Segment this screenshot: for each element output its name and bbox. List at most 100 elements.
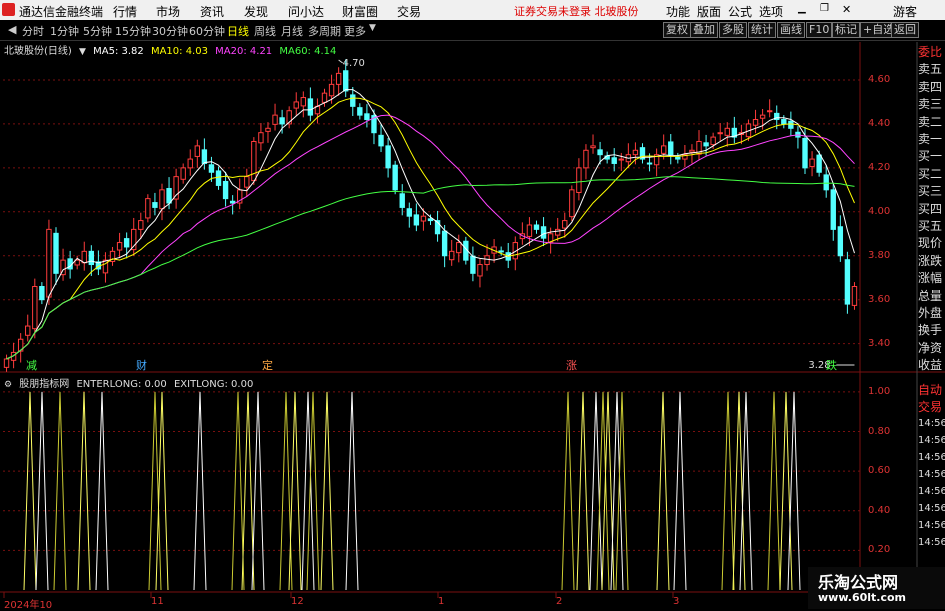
indicator-spike	[779, 391, 793, 591]
candle-body	[123, 238, 130, 248]
indicator-spike	[576, 391, 590, 591]
candle-body	[724, 127, 730, 136]
candle-body	[229, 200, 236, 204]
x-axis-label: 3	[673, 596, 680, 607]
ma5-label: MA5: 3.82	[93, 46, 144, 57]
quote-row: 涨跌	[918, 253, 943, 268]
indicator-spike	[656, 391, 670, 591]
candle-body	[208, 164, 215, 173]
ma60-line	[6, 176, 855, 360]
candle-body	[222, 180, 229, 200]
indicator-spike	[77, 391, 91, 591]
candle-body	[823, 174, 829, 191]
candle-body	[646, 162, 653, 165]
candle-body	[159, 189, 165, 210]
quote-row: 买五	[918, 219, 943, 233]
stock-title: 北玻股份(日线)	[4, 46, 72, 57]
candle-body	[427, 218, 434, 222]
candle-body	[251, 140, 257, 182]
candle-body	[46, 228, 52, 298]
quote-row: 卖四	[918, 79, 943, 94]
candle-body	[88, 250, 95, 266]
indicator-spike	[767, 391, 781, 591]
quote-row: 净资	[918, 340, 943, 355]
candle-body	[25, 325, 31, 336]
quote-row: 买三	[918, 184, 943, 199]
dropdown-icon[interactable]: ▼	[79, 47, 86, 57]
auto-trade-label[interactable]: 自动	[918, 382, 945, 398]
price-tick: 4.60	[868, 73, 891, 85]
x-axis-label: 12	[291, 596, 304, 607]
indicator-spike	[787, 391, 801, 591]
price-tick: 3.80	[868, 249, 891, 261]
x-axis-label: 2	[556, 596, 563, 607]
quote-row: 卖五	[918, 62, 943, 77]
indicator-tick: 0.20	[868, 544, 891, 556]
candle-body	[668, 141, 674, 156]
candle-body	[632, 149, 639, 156]
candle-body	[759, 114, 766, 119]
quote-row: 卖二	[918, 114, 943, 129]
quote-row: 卖一	[918, 132, 943, 146]
gear-icon[interactable]: ⚙	[4, 380, 12, 390]
event-mark: 定	[262, 358, 273, 372]
candle-body	[477, 264, 483, 277]
indicator-spike	[561, 391, 575, 591]
candle-body	[81, 250, 87, 264]
indicator-spike	[95, 391, 109, 591]
candle-body	[526, 224, 533, 237]
candle-body	[710, 136, 716, 146]
candle-body	[576, 167, 582, 193]
quote-row: 买二	[918, 166, 943, 181]
auto-trade-label[interactable]: 交易	[918, 399, 945, 415]
candle-body	[385, 145, 391, 169]
indicator-spike	[320, 391, 334, 591]
price-tick: 4.20	[868, 161, 891, 173]
candle-body	[484, 255, 490, 266]
candle-body	[540, 226, 547, 239]
quote-row: 买一	[918, 149, 943, 164]
ma20-label: MA20: 4.21	[215, 46, 273, 57]
candle-body	[201, 149, 208, 164]
kline-chart-svg[interactable]: 4.703.28减财定涨跌	[0, 0, 945, 609]
candle-body	[215, 170, 222, 186]
trade-time: 14:56	[918, 537, 945, 548]
candle-body	[32, 286, 38, 330]
candle-body	[392, 164, 398, 191]
candle-body	[39, 286, 45, 301]
candle-body	[844, 259, 851, 305]
indicator-spike	[35, 391, 49, 591]
candle-body	[357, 107, 363, 116]
candle-body	[703, 142, 709, 147]
candle-body	[343, 70, 349, 92]
indicator-tick: 0.60	[868, 465, 891, 477]
quote-row: 委比	[918, 45, 943, 59]
indicator-tick: 0.80	[868, 425, 891, 437]
quote-row: 现价	[918, 236, 943, 251]
candle-body	[562, 220, 568, 229]
candle-body	[364, 113, 370, 121]
main-chart-legend: 北玻股份(日线) ▼ MA5: 3.82 MA10: 4.03 MA20: 4.…	[4, 42, 340, 57]
indicator-legend: ⚙ 股朋指标网 ENTERLONG: 0.00 EXITLONG: 0.00	[4, 375, 257, 390]
candle-body	[328, 83, 335, 97]
indicator-spike	[23, 391, 37, 591]
candle-body	[717, 132, 723, 135]
price-tick: 3.40	[868, 337, 891, 349]
price-tick: 4.00	[868, 205, 891, 217]
indicator-spike	[721, 391, 735, 591]
candle-body	[569, 189, 575, 218]
ma60-label: MA60: 4.14	[279, 46, 337, 57]
candle-body	[456, 242, 462, 254]
candle-body	[533, 224, 540, 230]
candle-body	[689, 149, 695, 153]
candle-body	[618, 158, 624, 161]
candle-body	[194, 145, 201, 157]
quote-row: 收益	[918, 358, 943, 373]
indicator-spike	[673, 391, 687, 591]
candle-body	[752, 119, 759, 126]
candle-body	[378, 134, 384, 147]
indicator-spike	[241, 391, 255, 591]
trade-time: 14:56	[918, 418, 945, 429]
candle-body	[597, 149, 603, 156]
enterlong-label: ENTERLONG: 0.00	[76, 379, 167, 390]
